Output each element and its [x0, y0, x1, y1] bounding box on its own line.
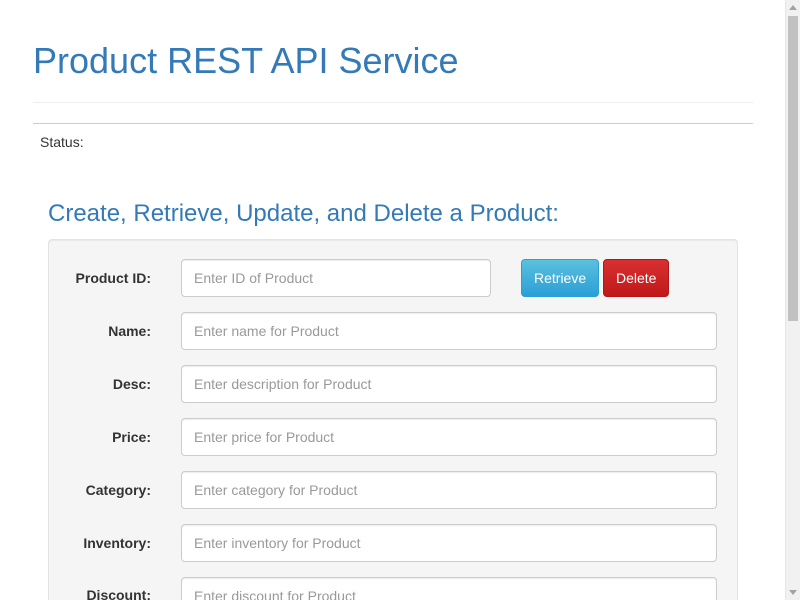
retrieve-button[interactable]: Retrieve [521, 259, 599, 297]
page-title: Product REST API Service [33, 40, 459, 81]
discount-input[interactable] [181, 577, 717, 600]
delete-button[interactable]: Delete [603, 259, 669, 297]
category-input[interactable] [181, 471, 717, 509]
inventory-input[interactable] [181, 524, 717, 562]
inventory-label: Inventory: [83, 535, 151, 551]
scroll-down-icon[interactable] [789, 590, 797, 595]
scroll-thumb[interactable] [788, 16, 798, 321]
desc-input[interactable] [181, 365, 717, 403]
product-id-input[interactable] [181, 259, 491, 297]
status-divider [33, 123, 753, 124]
product-id-label: Product ID: [75, 270, 151, 286]
name-label: Name: [108, 323, 151, 339]
category-label: Category: [85, 482, 151, 498]
header-divider [33, 102, 753, 103]
scroll-up-icon[interactable] [789, 5, 797, 10]
status-label: Status: [40, 134, 84, 150]
form-title: Create, Retrieve, Update, and Delete a P… [48, 200, 559, 227]
desc-label: Desc: [112, 376, 151, 392]
price-input[interactable] [181, 418, 717, 456]
name-input[interactable] [181, 312, 717, 350]
discount-label: Discount: [86, 587, 151, 600]
price-label: Price: [112, 429, 151, 445]
vertical-scrollbar[interactable] [785, 0, 800, 600]
page: Product REST API Service Status: Create,… [0, 0, 785, 600]
